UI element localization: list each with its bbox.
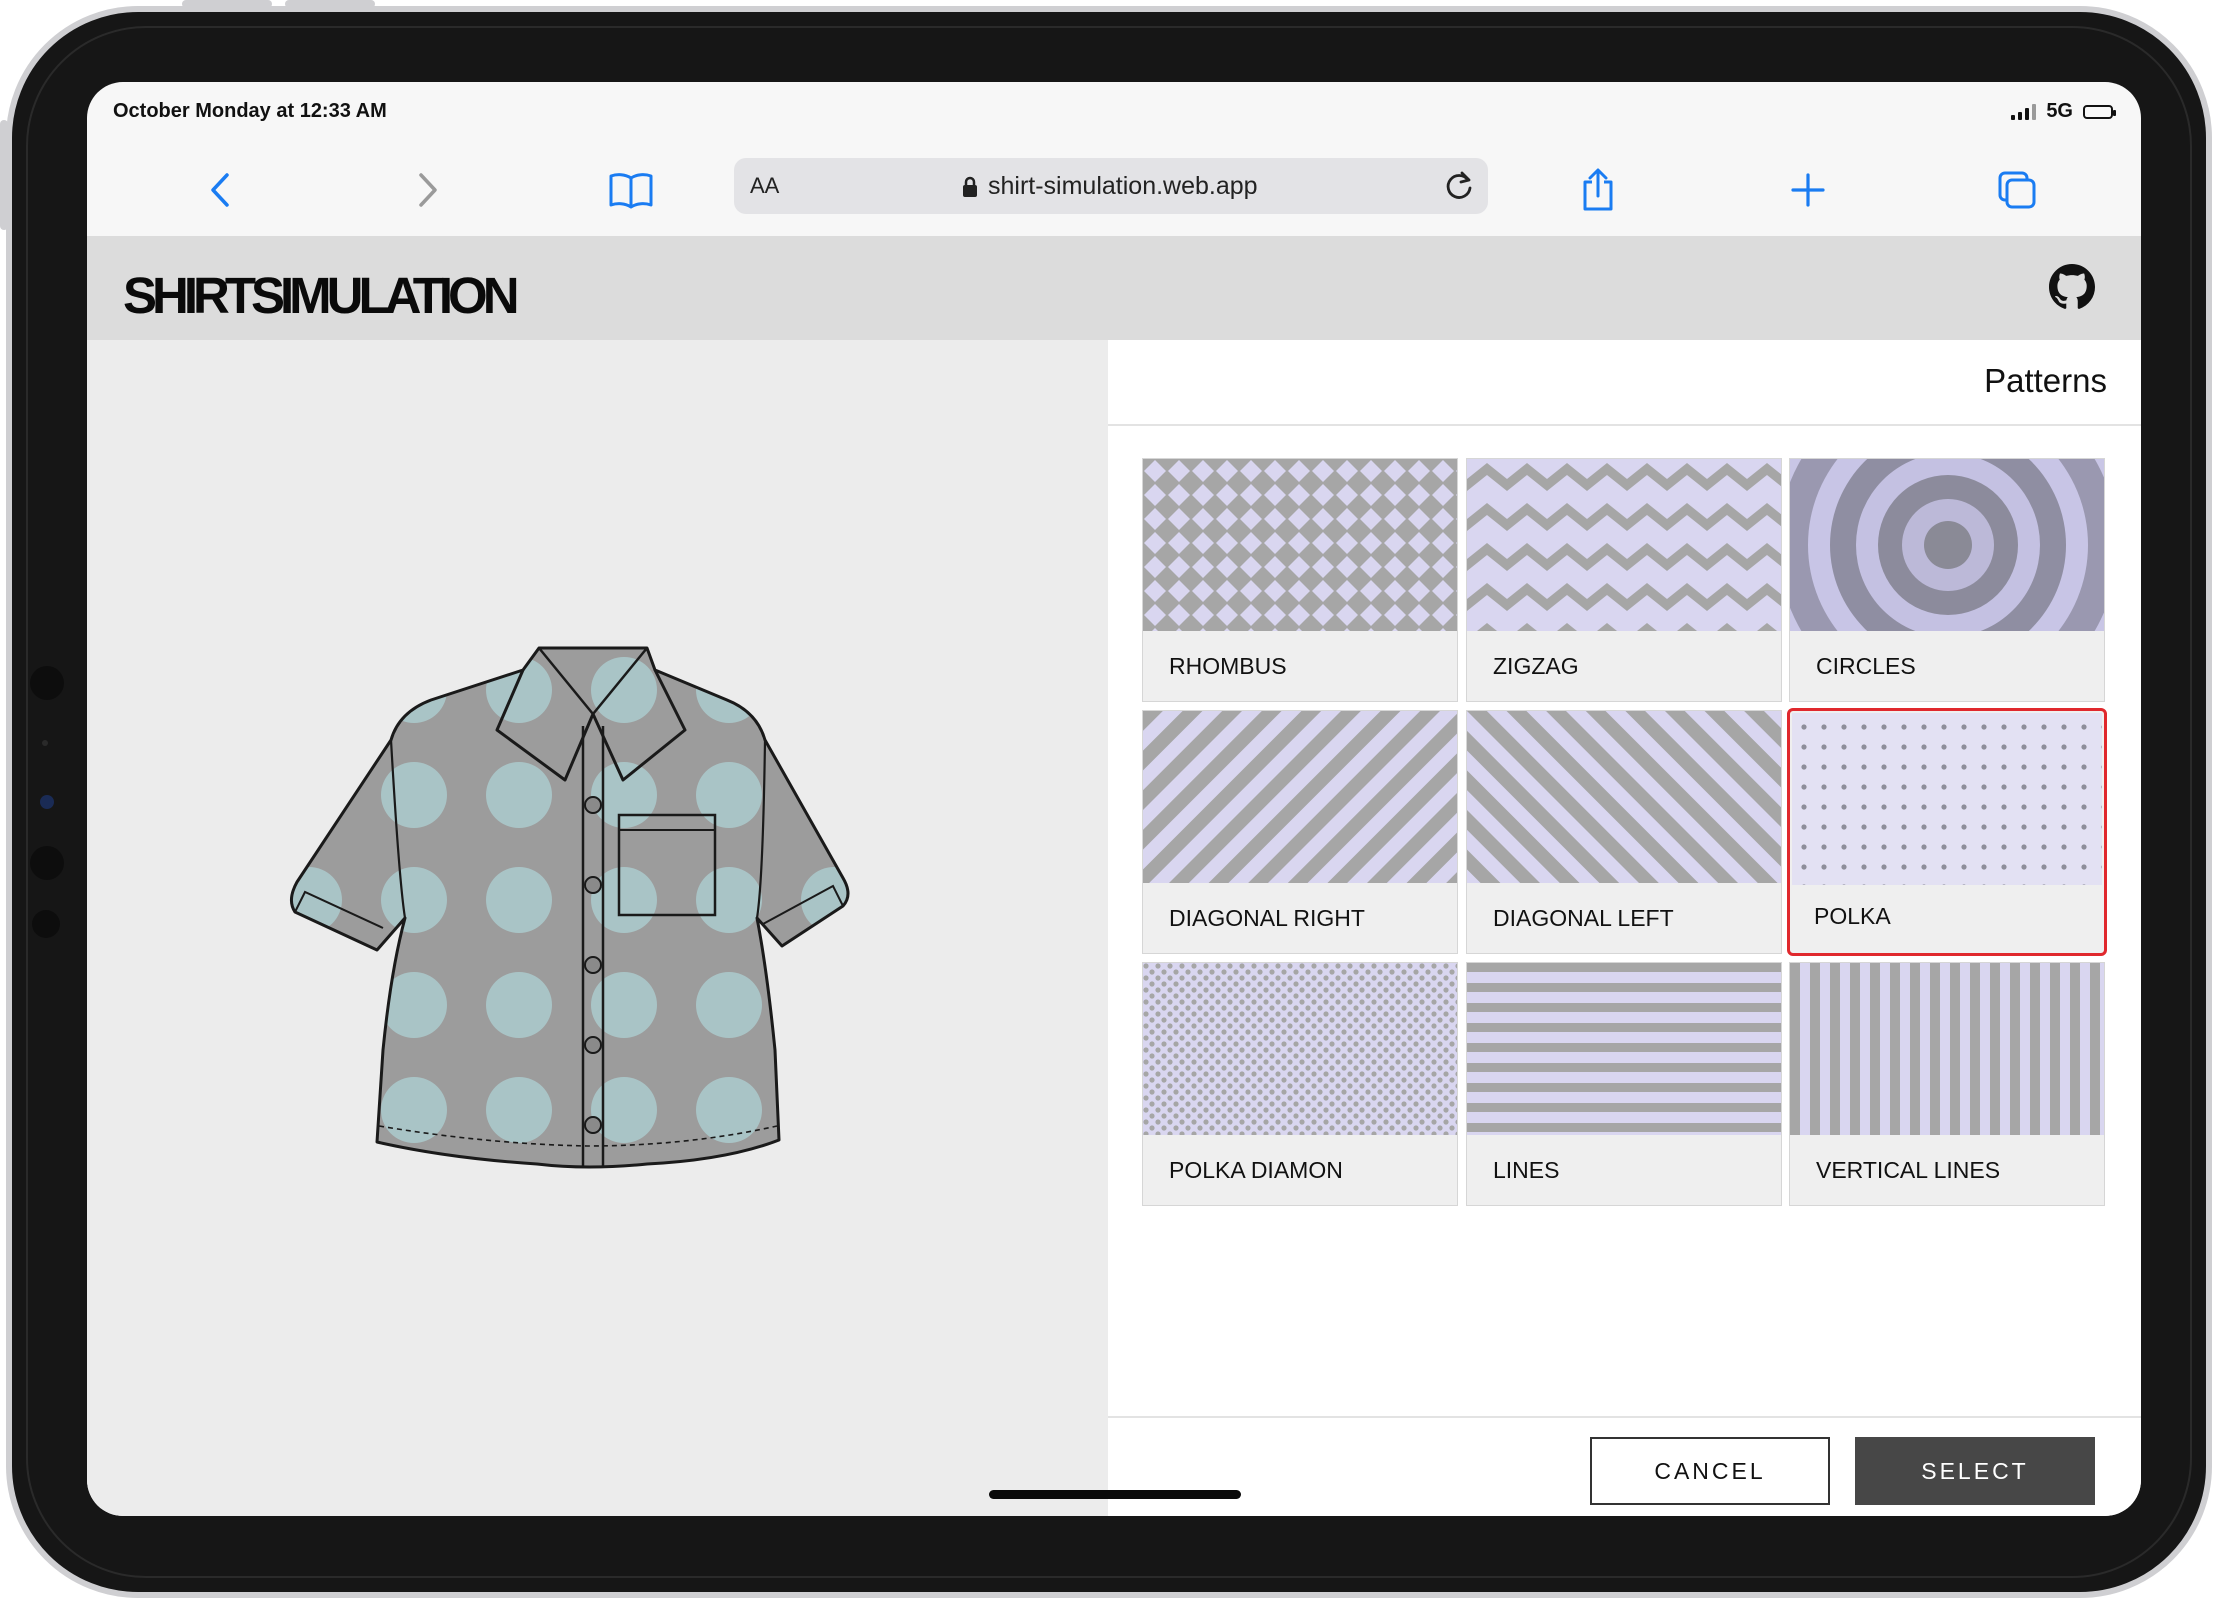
pattern-thumb-polka-diamon: [1143, 963, 1457, 1135]
pattern-thumb-circles: [1790, 459, 2104, 631]
camera-lens: [30, 666, 64, 700]
pattern-card-diagonal-left[interactable]: DIAGONAL LEFT: [1466, 710, 1782, 954]
network-label: 5G: [2046, 100, 2073, 122]
sensor: [32, 910, 60, 938]
top-button: [182, 0, 272, 8]
pattern-label: VERTICAL LINES: [1816, 1157, 2001, 1183]
select-button[interactable]: SELECT: [1855, 1437, 2095, 1505]
cancel-button[interactable]: CANCEL: [1590, 1437, 1830, 1505]
pattern-label: POLKA: [1814, 903, 1891, 929]
tabs-icon[interactable]: [1991, 164, 2043, 216]
pattern-card-zigzag[interactable]: ZIGZAG: [1466, 458, 1782, 702]
pattern-thumb-vertical-lines: [1790, 963, 2104, 1135]
top-button: [285, 0, 375, 8]
pattern-card-lines[interactable]: LINES: [1466, 962, 1782, 1206]
screen: October Monday at 12:33 AM 5G AA shirt-s…: [87, 82, 2141, 1516]
pattern-label: LINES: [1493, 1157, 1560, 1183]
pattern-label: DIAGONAL RIGHT: [1169, 905, 1365, 931]
pattern-label: DIAGONAL LEFT: [1493, 905, 1674, 931]
camera-lens: [40, 795, 54, 809]
shirt-preview[interactable]: [287, 630, 895, 1232]
sensor: [42, 740, 48, 746]
signal-icon: [2011, 103, 2037, 120]
power-button: [0, 120, 8, 230]
pattern-thumb-zigzag: [1467, 459, 1781, 631]
github-icon[interactable]: [2049, 264, 2095, 310]
status-bar: October Monday at 12:33 AM 5G: [87, 82, 2141, 144]
pattern-thumb-polka: [1792, 713, 2102, 885]
app-logo[interactable]: SHIRTSIMULATION: [123, 266, 520, 325]
url-text: shirt-simulation.web.app: [988, 172, 1258, 200]
share-icon[interactable]: [1572, 164, 1624, 216]
reload-icon[interactable]: [1442, 169, 1476, 203]
app-header: SHIRTSIMULATION: [87, 236, 2141, 340]
pattern-card-polka[interactable]: POLKA: [1787, 708, 2107, 956]
browser-toolbar: AA shirt-simulation.web.app: [87, 144, 2141, 236]
back-icon[interactable]: [195, 164, 247, 216]
pattern-label: CIRCLES: [1816, 653, 1916, 679]
pattern-card-rhombus[interactable]: RHOMBUS: [1142, 458, 1458, 702]
pattern-card-circles[interactable]: CIRCLES: [1789, 458, 2105, 702]
pattern-thumb-rhombus: [1143, 459, 1457, 631]
panel-title: Patterns: [1984, 362, 2107, 399]
pattern-thumb-diagonal-left: [1467, 711, 1781, 883]
home-indicator[interactable]: [989, 1490, 1241, 1499]
lock-icon: [963, 176, 977, 197]
status-time: October Monday at 12:33 AM: [113, 100, 387, 122]
pattern-card-diagonal-right[interactable]: DIAGONAL RIGHT: [1142, 710, 1458, 954]
patterns-panel: Patterns RHOMBUS ZIGZAG CIRCLES DIAGONAL…: [1108, 340, 2141, 1516]
divider: [1108, 424, 2141, 426]
camera-lens: [30, 846, 64, 880]
address-bar[interactable]: AA shirt-simulation.web.app: [734, 158, 1488, 214]
preview-pane: [87, 340, 1108, 1516]
battery-icon: [2083, 104, 2116, 119]
pattern-label: ZIGZAG: [1493, 653, 1579, 679]
pattern-card-polka-diamon[interactable]: POLKA DIAMON: [1142, 962, 1458, 1206]
pattern-thumb-lines: [1467, 963, 1781, 1135]
pattern-label: POLKA DIAMON: [1169, 1157, 1343, 1183]
new-tab-icon[interactable]: [1782, 164, 1834, 216]
status-indicators: 5G: [2011, 100, 2116, 123]
divider: [1108, 1416, 2141, 1418]
bookmarks-icon[interactable]: [605, 164, 657, 216]
pattern-label: RHOMBUS: [1169, 653, 1287, 679]
pattern-card-vertical-lines[interactable]: VERTICAL LINES: [1789, 962, 2105, 1206]
url-field[interactable]: shirt-simulation.web.app: [962, 172, 1258, 201]
pattern-thumb-diagonal-right: [1143, 711, 1457, 883]
forward-icon[interactable]: [401, 164, 453, 216]
reader-text-size-button[interactable]: AA: [750, 173, 779, 199]
